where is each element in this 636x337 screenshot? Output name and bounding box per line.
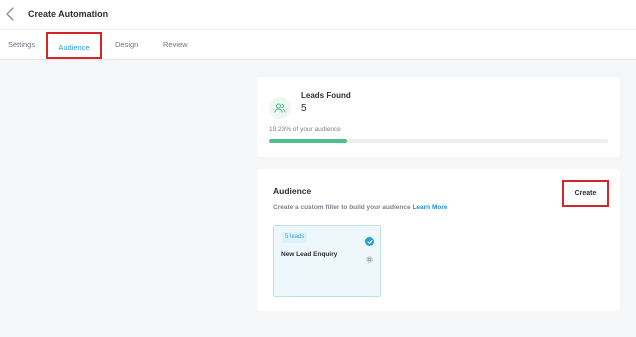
create-button[interactable]: Create xyxy=(562,180,609,207)
gear-icon[interactable] xyxy=(365,255,374,264)
segment-lead-count-badge: 5 leads xyxy=(282,232,308,243)
tab-bar: Settings Audience Design Review xyxy=(0,30,636,60)
segment-name: New Lead Enquiry xyxy=(281,251,338,258)
tab-review[interactable]: Review xyxy=(163,30,188,60)
back-button[interactable] xyxy=(4,6,18,22)
page-title: Create Automation xyxy=(28,9,109,19)
leads-found-card: Leads Found 5 19.23% of your audience xyxy=(257,77,620,157)
leads-progress-fill xyxy=(269,139,347,143)
leads-count: 5 xyxy=(301,103,307,114)
top-bar: Create Automation xyxy=(0,0,636,30)
audience-subtitle: Create a custom filter to build your aud… xyxy=(273,204,447,211)
audience-subtitle-text: Create a custom filter to build your aud… xyxy=(273,204,411,211)
audience-title: Audience xyxy=(273,186,312,196)
tab-audience[interactable]: Audience xyxy=(46,32,102,59)
chevron-left-icon xyxy=(6,7,14,21)
segment-card[interactable]: 5 leads New Lead Enquiry xyxy=(273,225,381,297)
users-icon xyxy=(269,97,291,119)
check-circle-icon xyxy=(365,237,374,246)
audience-card: Audience Create a custom filter to build… xyxy=(257,169,620,311)
audience-percent-text: 19.23% of your audience xyxy=(269,126,341,133)
learn-more-link[interactable]: Learn More xyxy=(412,204,447,211)
tab-design[interactable]: Design xyxy=(115,30,138,60)
tab-settings[interactable]: Settings xyxy=(8,30,35,60)
leads-found-title: Leads Found xyxy=(301,91,351,100)
leads-progress-bar xyxy=(269,139,608,143)
